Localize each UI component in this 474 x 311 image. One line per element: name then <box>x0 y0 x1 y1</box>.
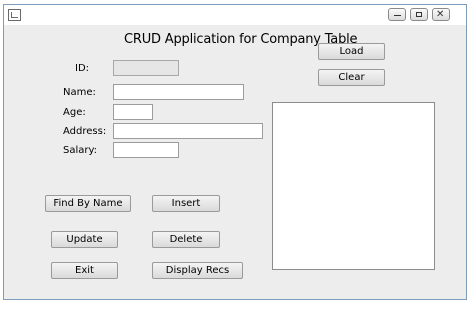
salary-label: Salary: <box>63 145 98 156</box>
close-button[interactable]: ✕ <box>432 8 450 21</box>
delete-button[interactable]: Delete <box>152 231 220 248</box>
close-icon: ✕ <box>436 9 445 20</box>
display-recs-button[interactable]: Display Recs <box>152 262 243 279</box>
salary-field[interactable] <box>113 142 179 158</box>
maximize-button[interactable] <box>410 8 428 21</box>
minimize-icon <box>394 15 401 16</box>
name-label: Name: <box>63 87 96 98</box>
exit-button[interactable]: Exit <box>51 262 118 279</box>
find-by-name-button[interactable]: Find By Name <box>45 195 131 212</box>
load-button[interactable]: Load <box>318 43 385 60</box>
name-field[interactable] <box>113 84 244 100</box>
age-label: Age: <box>63 107 86 118</box>
title-bar: ✕ <box>4 5 466 25</box>
update-button[interactable]: Update <box>51 231 118 248</box>
java-app-icon <box>8 9 21 21</box>
id-field <box>113 60 179 76</box>
address-field[interactable] <box>113 123 263 139</box>
id-label: ID: <box>75 63 90 74</box>
age-field[interactable] <box>113 104 153 120</box>
address-label: Address: <box>63 126 107 137</box>
insert-button[interactable]: Insert <box>152 195 220 212</box>
maximize-icon <box>416 12 422 17</box>
clear-button[interactable]: Clear <box>318 69 385 86</box>
records-output-area[interactable] <box>272 102 435 270</box>
minimize-button[interactable] <box>388 8 406 21</box>
